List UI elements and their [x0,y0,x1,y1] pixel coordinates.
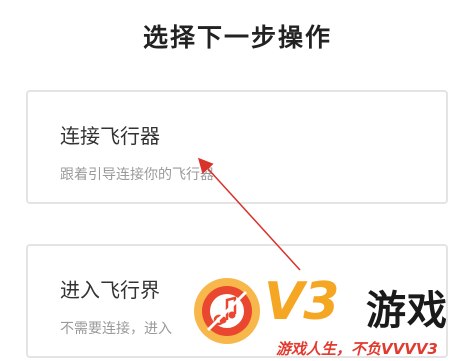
watermark-brand: V3 [264,272,339,332]
page: 选择下一步操作 连接飞行器 跟着引导连接你的飞行器 进入飞行界 不需要连接，进入… [0,0,475,361]
music-note-disc-icon [194,278,260,344]
watermark-brand-suffix: 游戏 [366,288,448,334]
watermark: V3 游戏 游戏人生，不负VVVV3 [186,272,475,361]
watermark-slogan: 游戏人生，不负VVVV3 [276,340,438,358]
